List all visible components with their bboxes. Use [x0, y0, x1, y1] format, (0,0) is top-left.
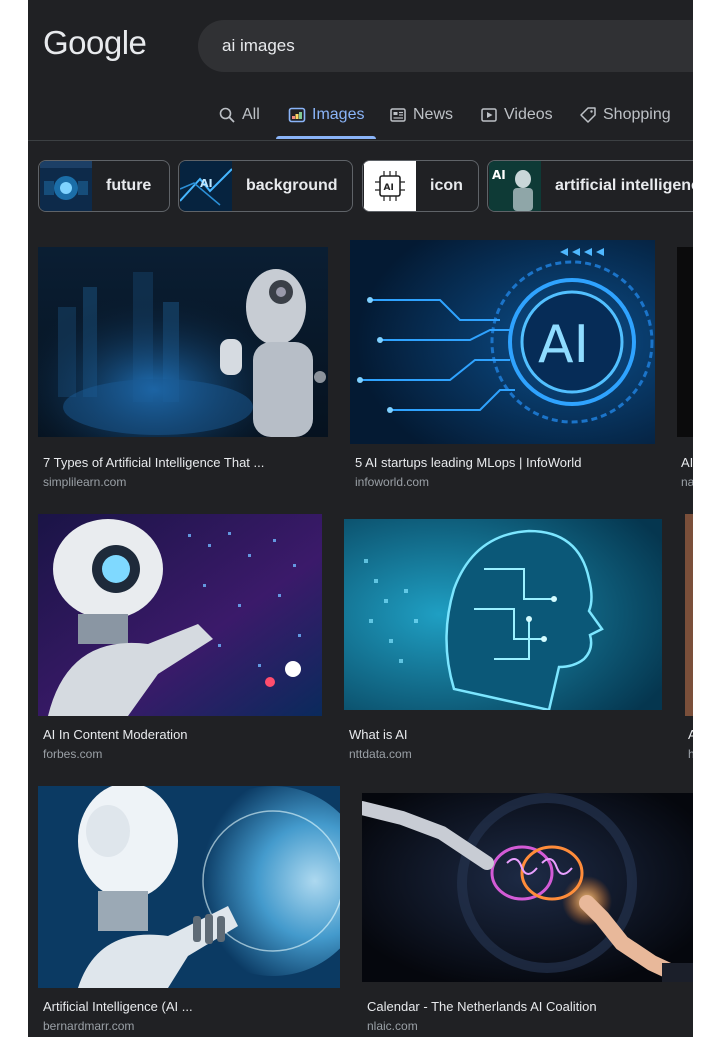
chip-label: artificial intelligence — [555, 177, 693, 194]
result-title: Artificial Intelligence (AI ... — [43, 999, 193, 1014]
result-source: infoworld.com — [355, 475, 430, 489]
chip-artificial-intelligence[interactable]: AI artificial intelligence — [487, 160, 693, 212]
chip-future[interactable]: future — [38, 160, 170, 212]
tab-label: Shopping — [603, 106, 671, 123]
tab-label: News — [413, 106, 454, 123]
tag-icon — [580, 107, 596, 123]
result-source: h — [688, 747, 693, 761]
result-image[interactable] — [38, 514, 322, 716]
result-title: Calendar - The Netherlands AI Coalition — [367, 999, 597, 1014]
divider — [28, 140, 693, 141]
result-image[interactable] — [38, 247, 328, 437]
chip-background[interactable]: AI background — [178, 160, 353, 212]
chip-label: icon — [430, 177, 463, 194]
chip-icon[interactable]: AI icon — [362, 160, 479, 212]
tab-label: All — [242, 106, 260, 123]
tab-news[interactable]: News — [389, 92, 453, 138]
search-input[interactable] — [220, 35, 624, 57]
svg-text:AI: AI — [538, 315, 589, 375]
result-image[interactable]: AI — [350, 240, 655, 444]
result-source: nttdata.com — [349, 747, 412, 761]
result-title: AI — [681, 455, 693, 470]
svg-text:AI: AI — [384, 183, 394, 193]
result-source: na — [681, 475, 693, 489]
tab-images[interactable]: Images — [288, 92, 364, 138]
google-images-page: Google All Images News Videos Shopping — [28, 0, 693, 1037]
newspaper-icon — [390, 108, 406, 122]
result-source: simplilearn.com — [43, 475, 127, 489]
result-title: 5 AI startups leading MLops | InfoWorld — [355, 455, 582, 470]
search-bar[interactable] — [198, 20, 693, 72]
chip-thumbnail: AI — [489, 161, 541, 211]
tab-label: Images — [312, 106, 365, 123]
result-source: nlaic.com — [367, 1019, 418, 1033]
result-image[interactable] — [685, 514, 693, 716]
result-title: A — [688, 727, 693, 742]
svg-text:AI: AI — [492, 168, 506, 182]
result-image[interactable] — [677, 247, 693, 437]
tab-shopping[interactable]: Shopping — [579, 92, 671, 138]
play-icon — [481, 108, 497, 122]
result-title: What is AI — [349, 727, 408, 742]
result-image[interactable] — [38, 786, 340, 988]
related-chips: future AI background AI icon AI artifici… — [38, 160, 693, 214]
active-tab-indicator — [276, 136, 376, 139]
result-image[interactable] — [344, 519, 662, 710]
tab-videos[interactable]: Videos — [480, 92, 553, 138]
result-source: forbes.com — [43, 747, 103, 761]
svg-text:AI: AI — [200, 177, 213, 190]
chip-thumbnail: AI — [180, 161, 232, 211]
tab-label: Videos — [504, 106, 553, 123]
result-image[interactable] — [362, 793, 693, 982]
chip-thumbnail — [40, 161, 92, 211]
tab-all[interactable]: All — [218, 92, 260, 138]
image-icon — [288, 107, 306, 123]
result-title: 7 Types of Artificial Intelligence That … — [43, 455, 265, 470]
result-source: bernardmarr.com — [43, 1019, 135, 1033]
chip-thumbnail: AI — [364, 161, 416, 211]
result-title: AI In Content Moderation — [43, 727, 188, 742]
chip-label: future — [106, 177, 152, 194]
search-tabs: All Images News Videos Shopping — [28, 92, 693, 140]
google-logo[interactable]: Google — [43, 24, 147, 62]
search-icon — [219, 107, 235, 123]
chip-label: background — [246, 177, 338, 194]
